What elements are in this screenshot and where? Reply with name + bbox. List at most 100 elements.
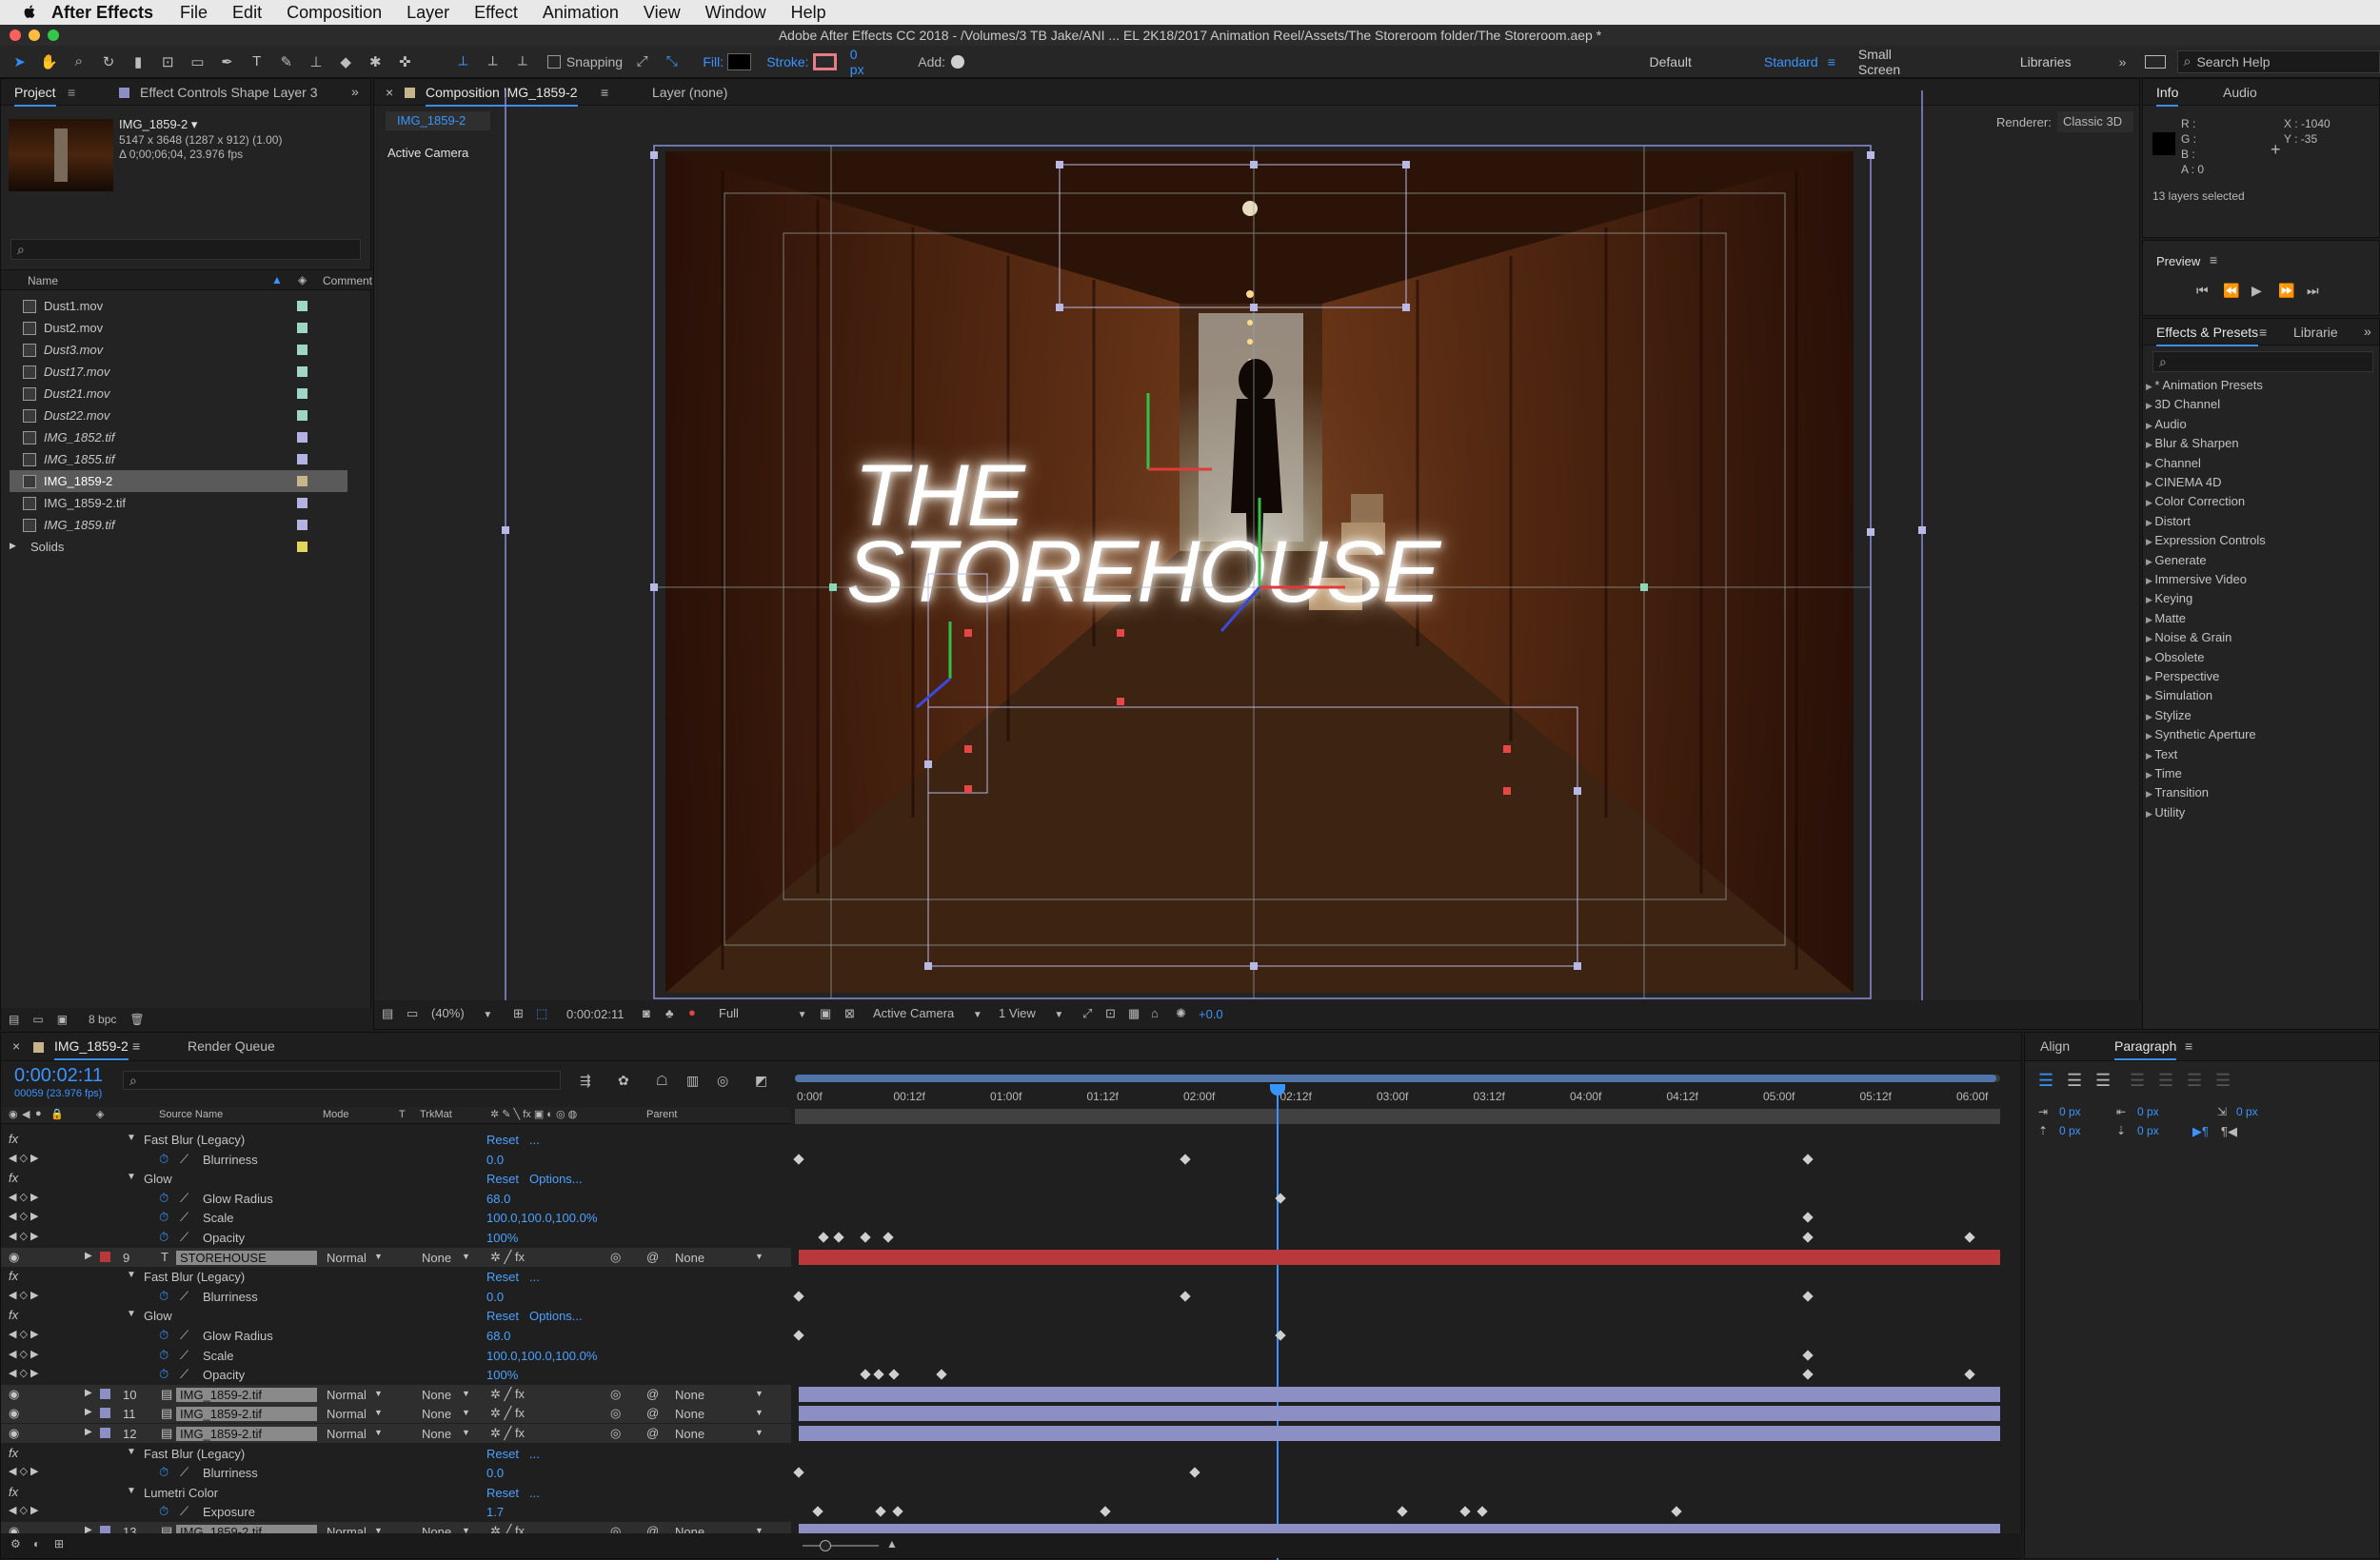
menu-composition[interactable]: Composition (287, 3, 382, 23)
effect-options-link[interactable]: ... (529, 1270, 540, 1284)
effect-category[interactable]: Utility (2146, 805, 2185, 819)
property-row[interactable]: ◀ ◇ ▶ ⏱ ⟋ Scale 100.0,100.0,100.0% (1, 1208, 791, 1227)
stopwatch-icon[interactable]: ⏱ (159, 1465, 169, 1480)
video-switch-icon[interactable]: ◉ (9, 1108, 18, 1120)
project-item[interactable]: IMG_1855.tif (10, 448, 347, 470)
stopwatch-icon[interactable]: ⏱ (159, 1367, 169, 1382)
tab-effects-presets[interactable]: Effects & Presets (2156, 325, 2259, 346)
stopwatch-icon[interactable]: ⏱ (159, 1348, 169, 1363)
justify-last-right-icon[interactable]: ☰ (2187, 1071, 2202, 1091)
effect-reset-link[interactable]: Reset (486, 1447, 519, 1461)
effects-search-input[interactable]: ⌕ (2152, 351, 2373, 372)
label-color-swatch[interactable] (100, 1408, 110, 1419)
parent-select[interactable]: None (675, 1388, 704, 1402)
blend-mode-select[interactable]: Normal (327, 1251, 367, 1265)
graph-icon[interactable]: ⟋ (180, 1504, 188, 1519)
show-snapshot-icon[interactable]: ♣ (665, 1006, 674, 1020)
switches-icon[interactable]: ✲ ╱ fx (490, 1387, 525, 1402)
effect-row[interactable]: fx ▼ Glow Reset Options... (1, 1169, 791, 1188)
fill-swatch[interactable] (727, 52, 752, 70)
property-row[interactable]: ◀ ◇ ▶ ⏱ ⟋ Opacity 100% (1, 1365, 791, 1384)
workspace-default[interactable]: Default (1650, 54, 1692, 69)
stopwatch-icon[interactable]: ⏱ (159, 1191, 169, 1206)
tab-audio[interactable]: Audio (2223, 85, 2257, 100)
stroke-width[interactable]: 0 px (850, 47, 874, 77)
label-color-swatch[interactable] (297, 498, 307, 508)
keyframe[interactable] (1397, 1506, 1408, 1518)
keyframe[interactable] (1802, 1369, 1814, 1380)
property-row[interactable]: ◀ ◇ ▶ ⏱ ⟋ Scale 100.0,100.0,100.0% (1, 1346, 791, 1365)
interpret-footage-icon[interactable]: ▤ (9, 1013, 19, 1026)
bpc-label[interactable]: 8 bpc (89, 1013, 116, 1026)
property-row[interactable]: ◀ ◇ ▶ ⏱ ⟋ Blurriness 0.0 (1, 1150, 791, 1169)
label-color-swatch[interactable] (297, 520, 307, 530)
effect-options-link[interactable]: ... (529, 1486, 540, 1500)
property-row[interactable]: ◀ ◇ ▶ ⏱ ⟋ Glow Radius 68.0 (1, 1326, 791, 1345)
indent-left-value[interactable]: 0 px (2059, 1105, 2081, 1118)
app-name[interactable]: After Effects (51, 3, 153, 23)
align-left-icon[interactable]: ☰ (2038, 1071, 2053, 1091)
graph-icon[interactable]: ⟋ (180, 1230, 188, 1245)
effect-row[interactable]: fx ▼ Lumetri Color Reset... (1, 1483, 791, 1502)
camera-view-select[interactable]: Active Camera ▼ (873, 1006, 987, 1020)
source-name-header[interactable]: Source Name (159, 1109, 223, 1120)
effect-category[interactable]: * Animation Presets (2146, 378, 2262, 392)
effect-category[interactable]: Transition (2146, 785, 2209, 800)
puppet-tool-icon[interactable]: ✜ (395, 51, 415, 72)
first-frame-icon[interactable]: ⏮ (2196, 283, 2209, 299)
view-layout-select[interactable]: 1 View ▼ (999, 1006, 1075, 1020)
trash-icon[interactable]: 🗑 (129, 1013, 144, 1026)
indent-first-value[interactable]: 0 px (2236, 1105, 2258, 1118)
project-search-input[interactable]: ⌕ (10, 239, 361, 260)
effect-options-link[interactable]: ... (529, 1133, 540, 1147)
fx-icon[interactable]: fx (9, 1132, 18, 1146)
rectangle-tool-icon[interactable]: ▭ (188, 51, 208, 72)
panel-overflow-icon[interactable]: » (2364, 324, 2371, 339)
label-color-swatch[interactable] (297, 388, 307, 399)
track-matte-select[interactable]: None (422, 1388, 451, 1402)
effect-options-link[interactable]: Options... (529, 1172, 583, 1186)
parent-select[interactable]: None (675, 1251, 704, 1265)
tab-info[interactable]: Info (2156, 85, 2179, 107)
label-column-icon[interactable]: ◈ (96, 1108, 104, 1120)
tab-timeline-comp[interactable]: IMG_1859-2 (54, 1038, 129, 1060)
label-color-swatch[interactable] (297, 454, 307, 464)
keyframe-nav-icon[interactable]: ◀ ◇ ▶ (9, 1152, 39, 1164)
stopwatch-icon[interactable]: ⏱ (159, 1328, 169, 1343)
mask-visibility-icon[interactable]: ⬚ (536, 1006, 547, 1021)
keyframe-nav-icon[interactable]: ◀ ◇ ▶ (9, 1348, 39, 1360)
keyframe[interactable] (1275, 1193, 1286, 1204)
effect-reset-link[interactable]: Reset (486, 1486, 519, 1500)
menu-window[interactable]: Window (705, 3, 766, 23)
exposure-reset-icon[interactable]: ✺ (1176, 1006, 1186, 1021)
keyframe[interactable] (875, 1506, 886, 1518)
blend-mode-select[interactable]: Normal (327, 1388, 367, 1402)
project-item[interactable]: IMG_1852.tif (10, 426, 347, 448)
effect-category[interactable]: CINEMA 4D (2146, 475, 2221, 489)
parent-pickwhip-icon[interactable]: @ (646, 1426, 659, 1440)
keyframe[interactable] (883, 1232, 894, 1243)
expand-chevron-icon[interactable]: ▼ (127, 1447, 136, 1457)
graph-editor-icon[interactable]: ◩ (755, 1073, 767, 1089)
project-menu-icon[interactable]: ≡ (68, 85, 75, 100)
menu-edit[interactable]: Edit (232, 3, 262, 23)
eraser-tool-icon[interactable]: ◆ (336, 51, 356, 72)
effect-reset-link[interactable]: Reset (486, 1133, 519, 1147)
next-frame-icon[interactable]: ⏩ (2278, 283, 2294, 299)
column-comment[interactable]: Comment (323, 274, 372, 287)
effect-reset-link[interactable]: Reset (486, 1309, 519, 1323)
fx-icon[interactable]: fx (9, 1171, 18, 1185)
timeline-layer-row[interactable]: ◉ ▶ 11 ▤ IMG_1859-2.tif Normal ▼ None ▼ ✲ ╱ fx ◎ @ N… (1, 1404, 791, 1424)
toggle-graph-icon[interactable]: ⊞ (54, 1537, 64, 1550)
keyframe[interactable] (1275, 1330, 1286, 1341)
property-row[interactable]: ◀ ◇ ▶ ⏱ ⟋ Blurriness 0.0 (1, 1463, 791, 1482)
effect-category[interactable]: Channel (2146, 456, 2200, 470)
apple-icon[interactable] (21, 4, 38, 21)
zoom-slider[interactable] (803, 1540, 879, 1551)
graph-icon[interactable]: ⟋ (180, 1348, 188, 1363)
column-name[interactable]: Name (28, 274, 58, 287)
project-item[interactable]: Dust2.mov (10, 317, 347, 339)
property-row[interactable]: ◀ ◇ ▶ ⏱ ⟋ Exposure 1.7 (1, 1502, 791, 1521)
add-button[interactable] (951, 54, 964, 69)
panel-overflow-icon[interactable]: » (351, 84, 359, 99)
